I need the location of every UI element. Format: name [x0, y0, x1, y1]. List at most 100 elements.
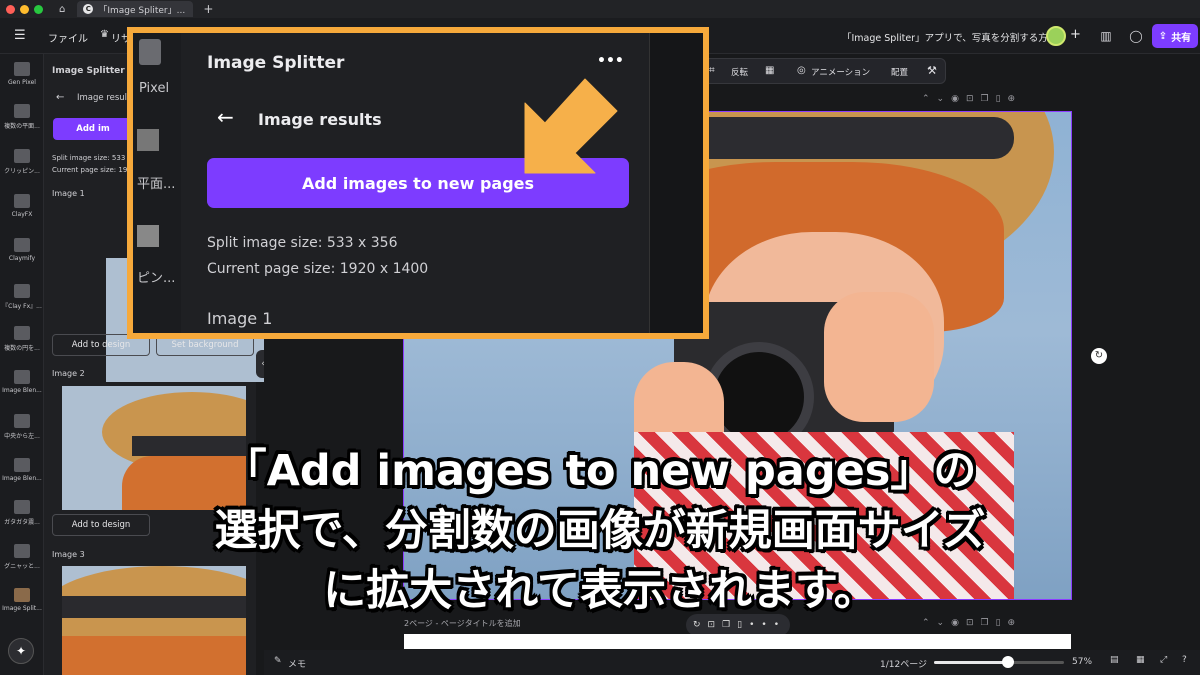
zoom-slider[interactable]	[934, 656, 1064, 668]
help-icon[interactable]: ?	[1182, 655, 1187, 665]
page-controls: ⌃⌄◉⊡❐▯⊕	[922, 618, 1072, 632]
rail-item[interactable]: Claymify	[0, 238, 44, 262]
rail-item[interactable]: クリッピン...	[0, 149, 44, 175]
duplicate-icon[interactable]: ❐	[981, 94, 996, 104]
animation-icon[interactable]: ◎	[797, 65, 806, 76]
chevron-down-icon[interactable]: ⌄	[937, 94, 952, 104]
caption-line: 「Add images to new pages」の	[223, 446, 977, 496]
lock-icon[interactable]: ⊡	[708, 620, 723, 630]
visibility-icon[interactable]: ◉	[951, 618, 966, 628]
image-heading: Image 2	[52, 369, 85, 378]
insights-icon[interactable]: ▥	[1096, 26, 1116, 46]
share-label: 共有	[1171, 32, 1192, 44]
visibility-icon[interactable]: ◉	[951, 94, 966, 104]
app-thumbnail-icon	[137, 129, 159, 151]
rail-item-label: Image Blen...	[2, 387, 42, 394]
chevron-up-icon[interactable]: ⌃	[922, 94, 937, 104]
chevron-up-icon[interactable]: ⌃	[922, 618, 937, 628]
duplicate-icon[interactable]: ❐	[722, 620, 737, 630]
lock-icon[interactable]: ⊡	[966, 618, 981, 628]
rail-item[interactable]: 『Clay Fx』...	[0, 284, 44, 310]
rail-item-label: 『Clay Fx』...	[2, 303, 42, 310]
more-icon[interactable]: •••	[749, 620, 786, 630]
rail-item-label: 複数の円を...	[4, 345, 40, 352]
grid-view-icon[interactable]: ▤	[1110, 655, 1119, 665]
back-arrow-icon[interactable]: ←	[56, 92, 64, 103]
lock-icon[interactable]: ⊡	[966, 94, 981, 104]
zoom-level[interactable]: 57%	[1072, 657, 1092, 667]
magic-assistant-button[interactable]: ✦	[8, 638, 34, 664]
next-page-preview[interactable]	[404, 634, 1071, 649]
add-page-icon[interactable]: ⊕	[1008, 94, 1023, 104]
rotate-handle-icon[interactable]: ↻	[1091, 348, 1107, 364]
chevron-down-icon[interactable]: ⌄	[937, 618, 952, 628]
avatar[interactable]	[1046, 26, 1066, 46]
pages-icon[interactable]: ▦	[1136, 655, 1145, 665]
transparency-icon[interactable]: ▦	[765, 65, 774, 76]
hair-shape	[62, 636, 246, 675]
panel-subtitle: Image results	[258, 110, 382, 129]
close-window-dot[interactable]	[6, 4, 15, 14]
app-thumbnail-icon	[137, 225, 159, 247]
page-title-label[interactable]: 2ページ - ページタイトルを追加	[404, 618, 521, 629]
flip-button[interactable]: 反転	[731, 66, 748, 78]
trash-icon[interactable]: ▯	[996, 94, 1008, 104]
rail-item[interactable]: ClayFX	[0, 194, 44, 218]
minimize-window-dot[interactable]	[20, 4, 29, 14]
paint-roller-icon[interactable]: ⚒	[927, 64, 937, 77]
comment-icon[interactable]: ◯	[1126, 26, 1146, 46]
app-thumbnail-icon	[14, 104, 30, 118]
rail-item-label: 複数の平面...	[4, 123, 40, 130]
upload-icon: ⇪	[1158, 30, 1168, 42]
app-thumbnail-icon	[14, 326, 30, 340]
rail-item[interactable]: 複数の平面...	[0, 104, 44, 130]
notes-icon[interactable]: ✎	[274, 656, 282, 666]
add-collaborator-button[interactable]: +	[1070, 27, 1081, 42]
rail-item-label: Claymify	[8, 255, 36, 262]
add-page-icon[interactable]: ⊕	[1008, 618, 1023, 628]
animation-button[interactable]: アニメーション	[811, 66, 870, 78]
menu-icon[interactable]: ☰	[14, 28, 26, 43]
split-size-text: Split image size: 533 x	[52, 154, 132, 162]
zoom-slider-knob[interactable]	[1002, 656, 1015, 668]
app-thumbnail-icon	[14, 414, 30, 428]
share-button[interactable]: ⇪ 共有	[1152, 24, 1198, 48]
add-images-button[interactable]: Add im	[53, 118, 133, 140]
callout-rail: Pixel 平面... ピン...	[133, 33, 181, 333]
rail-item-label: 平面...	[137, 177, 176, 192]
panel-title: Image Splitter	[207, 53, 345, 73]
rail-item[interactable]: Gen Pixel	[0, 62, 44, 86]
arrange-button[interactable]: 配置	[891, 66, 908, 78]
document-title[interactable]: 「Image Spliter」アプリで、写真を分割する方法	[842, 30, 1057, 44]
more-options-icon[interactable]: •••	[597, 53, 624, 69]
button-label: Add images to new pages	[301, 173, 535, 193]
page-counter[interactable]: 1/12ページ	[880, 657, 927, 670]
notes-button[interactable]: メモ	[288, 657, 306, 670]
browser-tab[interactable]: C 「Image Spliter」...	[77, 1, 194, 17]
rail-item[interactable]: Image Blen...	[0, 370, 44, 394]
maximize-window-dot[interactable]	[34, 4, 43, 14]
rail-item-label: Pixel	[139, 81, 170, 96]
rail-item-label: ピン...	[137, 271, 176, 286]
refresh-icon[interactable]: ↻	[693, 620, 708, 630]
home-icon[interactable]: ⌂	[59, 4, 65, 15]
crop-icon[interactable]: ⌗	[709, 65, 715, 76]
back-arrow-icon[interactable]: ←	[217, 105, 234, 129]
trash-icon[interactable]: ▯	[996, 618, 1008, 628]
button-label: Add to design	[71, 340, 131, 350]
app-thumbnail-icon	[14, 149, 30, 163]
canva-logo-icon: C	[83, 4, 94, 14]
page-controls: ⌃⌄◉⊡❐▯⊕	[922, 94, 1072, 108]
page-size-text: Current page size: 19	[52, 166, 128, 174]
fullscreen-icon[interactable]: ⤢	[1160, 655, 1167, 665]
new-tab-button[interactable]: +	[203, 2, 213, 16]
rail-item-label: ClayFX	[11, 211, 33, 218]
app-thumbnail-icon	[139, 39, 161, 65]
app-thumbnail-icon	[14, 194, 30, 208]
trash-icon[interactable]: ▯	[737, 620, 749, 630]
pointer-arrow-icon	[524, 78, 618, 174]
duplicate-icon[interactable]: ❐	[981, 618, 996, 628]
page-size-text: Current page size: 1920 x 1400	[207, 261, 429, 277]
file-menu[interactable]: ファイル	[48, 30, 88, 45]
rail-item[interactable]: 複数の円を...	[0, 326, 44, 352]
